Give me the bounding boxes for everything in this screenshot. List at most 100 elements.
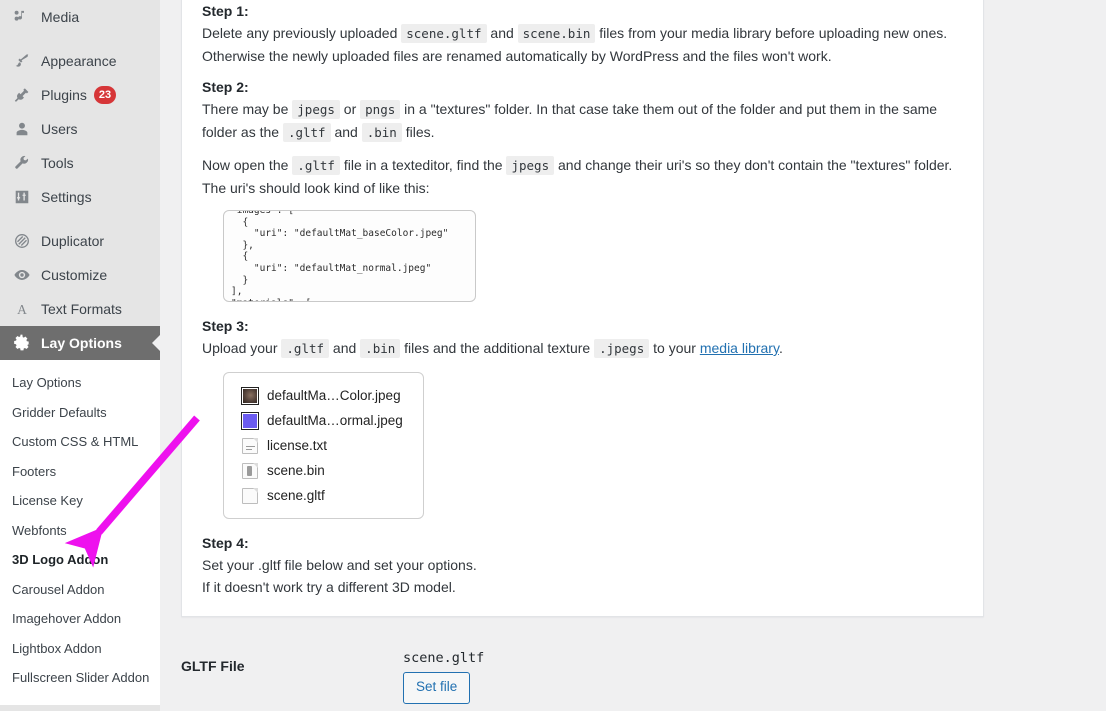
sidebar-item-settings[interactable]: Settings <box>0 180 160 214</box>
blank-document-icon <box>242 487 258 504</box>
step-4-heading: Step 4: <box>202 535 249 551</box>
step3-text-c: files and the additional texture <box>400 340 595 356</box>
list-item: defaultMa…Color.jpeg <box>224 383 423 408</box>
binary-document-icon <box>242 462 258 479</box>
file-name: license.txt <box>267 438 328 453</box>
gear-icon <box>12 333 32 353</box>
sidebar-item-plugins[interactable]: Plugins 23 <box>0 78 160 112</box>
list-item: license.txt <box>224 433 423 458</box>
submenu-item-custom-css-html[interactable]: Custom CSS & HTML <box>0 427 160 457</box>
wordpress-admin-screen: Media Appearance Plugins 23 Users Tools Settin… <box>0 0 1106 711</box>
sidebar-item-media[interactable]: Media <box>0 0 160 34</box>
tools-wrench-icon <box>12 153 32 173</box>
sidebar-item-lay-options[interactable]: Lay Options <box>0 326 160 360</box>
plugins-update-badge: 23 <box>93 86 117 104</box>
sidebar-item-label: Text Formats <box>41 301 122 317</box>
sidebar-item-tools[interactable]: Tools <box>0 146 160 180</box>
step3-text-e: . <box>778 340 783 356</box>
code-jpegs-2: jpegs <box>506 156 555 175</box>
step-1-paragraph-2: Otherwise the newly uploaded files are r… <box>202 48 832 64</box>
sidebar-item-label: Settings <box>41 189 92 205</box>
plugins-plug-icon <box>12 85 32 105</box>
main-content: Step 1: Delete any previously uploaded s… <box>160 0 1106 711</box>
step3-text-a: Upload your <box>202 340 282 356</box>
submenu-item-carousel-addon[interactable]: Carousel Addon <box>0 575 160 605</box>
code-scene-gltf: scene.gltf <box>401 24 487 43</box>
settings-sliders-icon <box>12 187 32 207</box>
step-1-heading: Step 1: <box>202 3 249 19</box>
code-dot-gltf-2: .gltf <box>292 156 340 175</box>
step2-text-b: or <box>339 101 361 117</box>
text-formats-a-icon: A <box>12 299 32 319</box>
list-item: scene.gltf <box>224 483 423 508</box>
duplicator-icon <box>12 231 32 251</box>
step1-text-a: Delete any previously uploaded <box>202 25 402 41</box>
code-step3-bin: .bin <box>360 339 401 358</box>
sidebar-item-text-formats[interactable]: A Text Formats <box>0 292 160 326</box>
gltf-file-label: GLTF File <box>181 658 245 674</box>
sidebar-item-duplicator[interactable]: Duplicator <box>0 224 160 258</box>
gltf-file-value: scene.gltf <box>403 650 485 666</box>
appearance-brush-icon <box>12 51 32 71</box>
step-2-paragraph-2: Now open the .gltf file in a texteditor,… <box>202 154 963 199</box>
step-2-paragraph-1: There may be jpegs or pngs in a "texture… <box>202 98 963 144</box>
sidebar-item-customize[interactable]: Customize <box>0 258 160 292</box>
sidebar-item-label: Users <box>41 121 78 137</box>
step-3-heading: Step 3: <box>202 318 249 334</box>
admin-menu-top-list: Media Appearance Plugins 23 Users Tools Settin… <box>0 0 160 360</box>
code-jpegs: jpegs <box>292 100 340 119</box>
step2-text-d: and <box>330 124 362 140</box>
submenu-item-gridder-defaults[interactable]: Gridder Defaults <box>0 398 160 428</box>
code-scene-bin: scene.bin <box>517 24 596 43</box>
sidebar-item-label: Duplicator <box>41 233 105 249</box>
submenu-item-fullscreen-slider-addon[interactable]: Fullscreen Slider Addon <box>0 663 160 693</box>
sidebar-item-label: Plugins <box>41 87 87 103</box>
list-item: defaultMa…ormal.jpeg <box>224 408 423 433</box>
lay-options-submenu: Lay Options Gridder Defaults Custom CSS & … <box>0 360 160 706</box>
step-4-line-2: If it doesn't work try a different 3D mo… <box>202 579 456 595</box>
code-dot-gltf: .gltf <box>282 123 331 142</box>
step3-text-b: and <box>329 340 361 356</box>
step3-text-d: to your <box>649 340 700 356</box>
submenu-item-license-key[interactable]: License Key <box>0 486 160 516</box>
gltf-json-example-text: "images": [ { "uri": "defaultMat_baseCol… <box>231 210 449 301</box>
step-3-paragraph: Upload your .gltf and .bin files and the… <box>202 337 963 360</box>
step2-p2-text-b: file in a texteditor, find the <box>339 157 507 173</box>
code-step3-gltf: .gltf <box>281 339 330 358</box>
image-thumbnail-dark-icon <box>242 387 258 404</box>
customize-eye-icon <box>12 265 32 285</box>
submenu-item-imagehover-addon[interactable]: Imagehover Addon <box>0 604 160 634</box>
gltf-json-example-image: "images": [ { "uri": "defaultMat_baseCol… <box>223 210 476 302</box>
sidebar-item-appearance[interactable]: Appearance <box>0 44 160 78</box>
instructions-panel: Step 1: Delete any previously uploaded s… <box>181 0 984 617</box>
sidebar-item-label: Lay Options <box>41 335 122 351</box>
menu-separator <box>0 34 160 44</box>
step2-text-a: There may be <box>202 101 293 117</box>
sidebar-item-users[interactable]: Users <box>0 112 160 146</box>
file-name: scene.bin <box>267 463 325 478</box>
submenu-item-lay-options[interactable]: Lay Options <box>0 368 160 398</box>
media-icon <box>12 7 32 27</box>
step-1-paragraph-1: Delete any previously uploaded scene.glt… <box>202 22 963 45</box>
submenu-item-webfonts[interactable]: Webfonts <box>0 516 160 546</box>
sidebar-item-label: Appearance <box>41 53 117 69</box>
step-2-heading: Step 2: <box>202 79 249 95</box>
file-name: defaultMa…Color.jpeg <box>267 388 401 403</box>
gltf-file-control: scene.gltf Set file <box>403 650 484 704</box>
list-item: scene.bin <box>224 458 423 483</box>
submenu-item-3d-logo-addon[interactable]: 3D Logo Addon <box>0 545 160 575</box>
svg-text:A: A <box>17 302 27 317</box>
media-library-link[interactable]: media library <box>700 340 779 356</box>
submenu-item-lightbox-addon[interactable]: Lightbox Addon <box>0 634 160 664</box>
code-pngs: pngs <box>360 100 401 119</box>
step1-text-b: and <box>486 25 518 41</box>
submenu-item-footers[interactable]: Footers <box>0 457 160 487</box>
code-dot-bin: .bin <box>361 123 402 142</box>
step2-p2-text-a: Now open the <box>202 157 293 173</box>
file-name: scene.gltf <box>267 488 325 503</box>
sidebar-item-label: Customize <box>41 267 108 283</box>
set-file-button[interactable]: Set file <box>403 672 471 704</box>
step-4-line-1: Set your .gltf file below and set your o… <box>202 557 477 573</box>
uploaded-file-list: defaultMa…Color.jpeg defaultMa…ormal.jpeg… <box>223 372 424 519</box>
users-person-icon <box>12 119 32 139</box>
